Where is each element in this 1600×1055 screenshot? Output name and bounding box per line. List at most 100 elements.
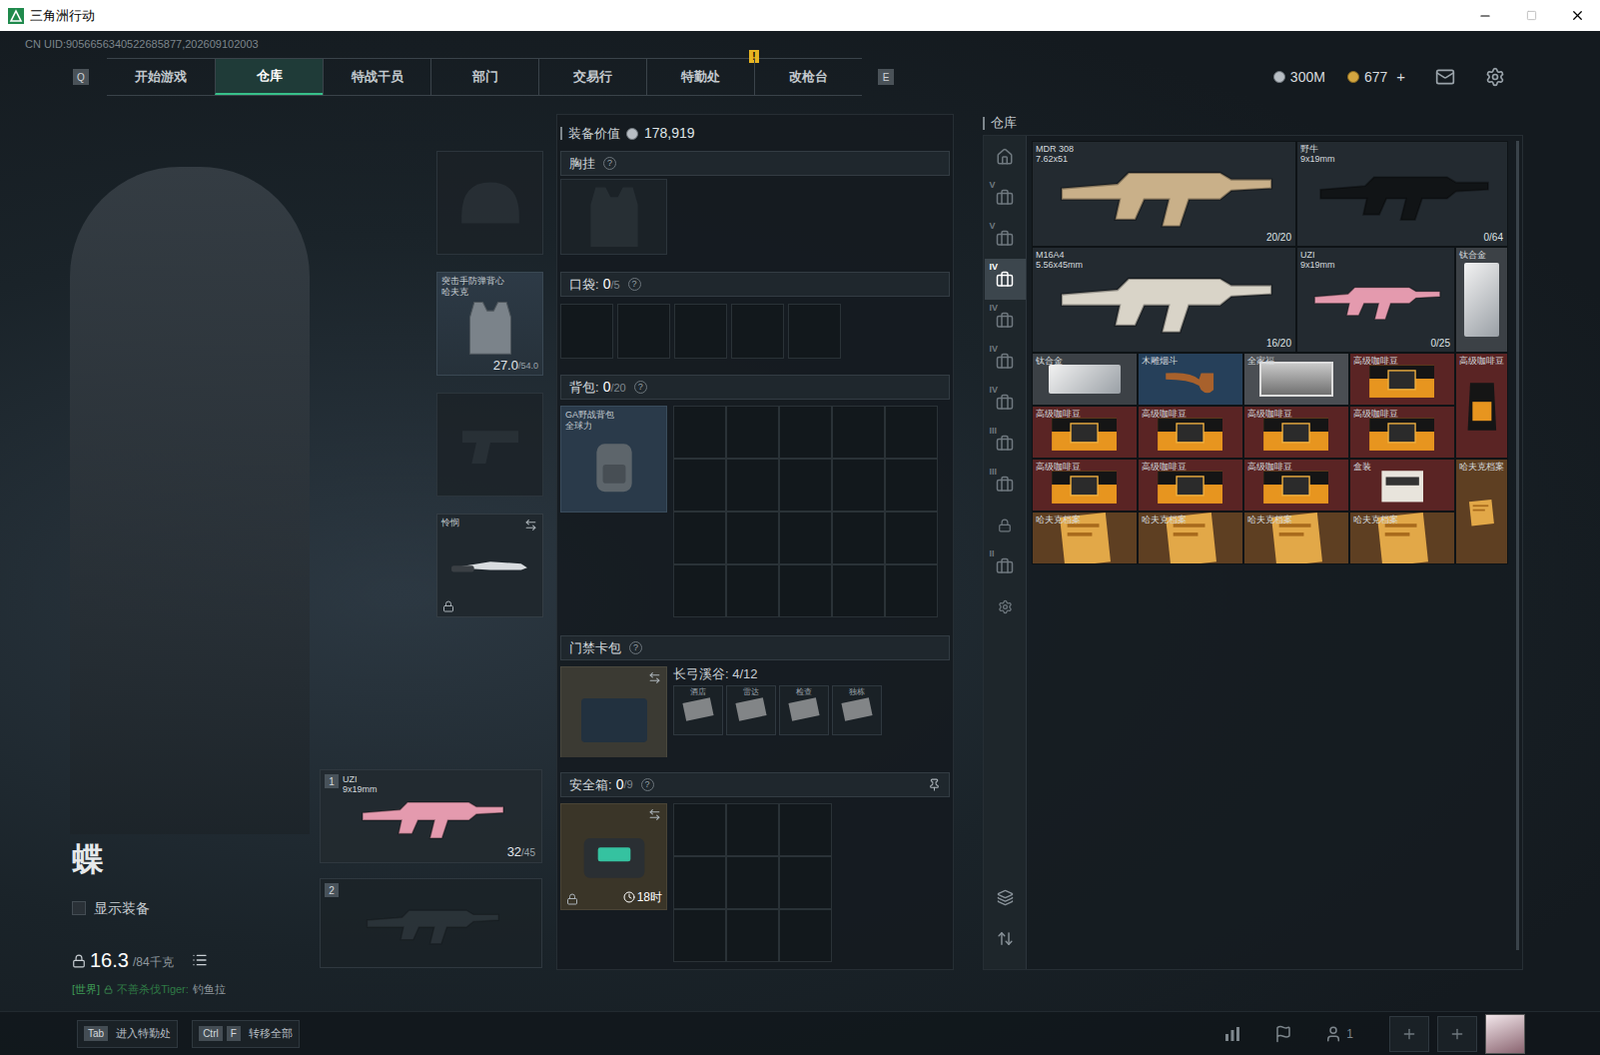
online-friends[interactable]: 1 [1324,1024,1354,1043]
warehouse-item[interactable]: 高级咖啡豆 [1243,458,1350,512]
keycard-slot[interactable]: 雷达 [726,685,777,736]
backpack-cell[interactable] [831,405,885,459]
help-button[interactable]: ? [603,156,617,170]
safe-box-cell[interactable] [673,908,727,962]
hotkey-hint[interactable]: CtrlF转移全部 [191,1019,300,1048]
help-button[interactable]: ? [641,778,655,792]
safe-box-cell[interactable] [726,855,780,909]
help-button[interactable]: ? [634,380,648,394]
warehouse-tab[interactable]: V [984,217,1026,259]
warehouse-item[interactable]: 高级咖啡豆 [1137,458,1244,512]
backpack-cell[interactable] [673,405,727,459]
add-friend-slot[interactable] [1437,1015,1478,1052]
warehouse-item[interactable]: 钛合金 [1455,246,1509,353]
safe-box-item[interactable]: 18时 [560,802,668,910]
safe-box-cell[interactable] [779,855,832,909]
pocket-slot[interactable] [617,303,671,359]
weapon-slot[interactable]: 2 [319,877,543,968]
warehouse-item[interactable]: 高级咖啡豆 [1137,405,1244,459]
warehouse-tab[interactable] [984,504,1026,546]
warehouse-item[interactable]: M16A45.56x45mm16/20 [1031,246,1297,353]
chat-line[interactable]: [世界]不善杀伐Tiger:钓鱼拉 [71,981,320,996]
keycard-slot[interactable]: 独栋 [831,685,882,736]
flag-icon[interactable] [1274,1024,1293,1043]
safe-box-cell[interactable] [726,802,780,856]
backpack-cell[interactable] [726,564,780,618]
pocket-slot[interactable] [674,303,728,359]
keycard-case-item[interactable] [560,666,668,758]
warehouse-item[interactable]: 哈夫克档案 [1349,511,1456,565]
safe-box-cell[interactable] [673,855,727,909]
warehouse-tab[interactable]: IV [984,340,1026,382]
warehouse-item[interactable]: 哈夫克档案 [1031,511,1138,565]
prev-tab-key[interactable]: Q [72,68,89,85]
backpack-cell[interactable] [831,458,885,512]
safe-box-cell[interactable] [779,908,832,962]
backpack-cell[interactable] [884,564,938,618]
chest-rig-slot[interactable] [560,178,668,255]
backpack-cell[interactable] [884,458,938,512]
checkbox[interactable] [71,900,86,915]
help-button[interactable]: ? [628,277,642,291]
scrollbar[interactable] [1516,140,1520,950]
safe-box-cell[interactable] [779,802,832,856]
weapon-slot[interactable]: 1UZI9x19mm32/45 [319,769,543,863]
maximize-button[interactable] [1508,0,1555,31]
backpack-cell[interactable] [831,564,885,618]
warehouse-tab[interactable]: IV [984,381,1026,423]
warehouse-tab[interactable]: IV [984,258,1026,300]
warehouse-item[interactable]: 盒装 [1349,458,1456,512]
nav-tab[interactable]: 部门 [430,58,539,95]
warehouse-tab[interactable]: V [984,176,1026,218]
nav-tab[interactable]: 特战干员 [322,58,431,95]
melee-slot[interactable]: 怜悯 [436,513,544,618]
pocket-slot[interactable] [788,303,841,359]
armor-slot[interactable]: 突击手防弹背心哈夫克27.0/54.0 [436,271,544,376]
pocket-slot[interactable] [560,303,614,359]
next-tab-key[interactable]: E [877,68,894,85]
backpack-cell[interactable] [779,511,832,565]
swap-icon[interactable] [524,518,538,532]
warehouse-item[interactable]: MDR 3087.62x5120/20 [1031,140,1297,247]
add-friend-slot[interactable] [1389,1015,1430,1052]
backpack-cell[interactable] [673,458,727,512]
warehouse-item[interactable]: 野牛9x19mm0/64 [1296,140,1509,247]
warehouse-item[interactable]: 高级咖啡豆 [1031,405,1138,459]
warehouse-tab[interactable] [984,586,1026,628]
nav-tab[interactable]: 开始游戏 [106,58,215,95]
backpack-cell[interactable] [673,564,727,618]
safe-box-cell[interactable] [726,908,780,962]
backpack-cell[interactable] [673,511,727,565]
weight-details-icon[interactable] [191,951,208,968]
warehouse-tab[interactable]: III [984,422,1026,464]
warehouse-item[interactable]: 高级咖啡豆 [1031,458,1138,512]
warehouse-tab[interactable]: II [984,545,1026,587]
swap-icon[interactable] [648,807,662,821]
backpack-cell[interactable] [779,405,832,459]
backpack-cell[interactable] [779,458,832,512]
nav-tab[interactable]: 仓库 [214,58,323,95]
backpack-cell[interactable] [726,405,780,459]
minimize-button[interactable] [1462,0,1509,31]
backpack-cell[interactable] [884,405,938,459]
settings-icon[interactable] [1485,66,1506,87]
backpack-cell[interactable] [831,511,885,565]
nav-tab[interactable]: 特勤处! [646,58,755,95]
swap-icon[interactable] [648,671,662,685]
warehouse-item[interactable]: 木雕烟斗 [1137,352,1244,406]
hotkey-hint[interactable]: Tab进入特勤处 [76,1019,178,1048]
warehouse-item[interactable]: 哈夫克档案 [1455,458,1509,565]
backpack-cell[interactable] [726,458,780,512]
close-button[interactable] [1554,0,1600,31]
warehouse-item[interactable]: 高级咖啡豆 [1349,352,1456,406]
keycard-slot[interactable]: 检查 [779,685,829,736]
nav-tab[interactable]: 改枪台 [754,58,862,95]
help-button[interactable]: ? [629,641,643,655]
gold-currency[interactable]: 677+ [1347,65,1406,89]
warehouse-item[interactable]: 高级咖啡豆 [1243,405,1350,459]
backpack-item[interactable]: GA野战背包全球力 [560,405,668,513]
warehouse-tab[interactable] [984,135,1026,177]
warehouse-item[interactable]: 哈夫克档案 [1243,511,1350,565]
warehouse-item[interactable]: UZI9x19mm0/25 [1296,246,1456,353]
warehouse-item[interactable]: 哈夫克档案 [1137,511,1244,565]
